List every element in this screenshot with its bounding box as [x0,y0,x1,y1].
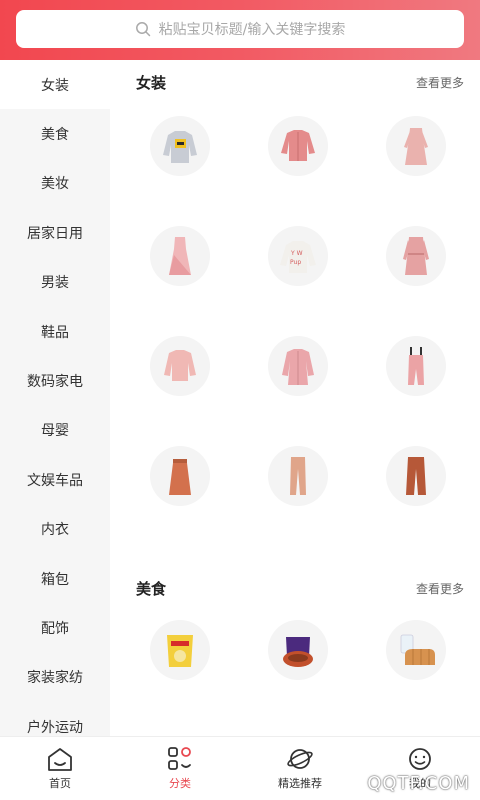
tab-label: 首页 [49,777,71,790]
sidebar-item-label: 内衣 [41,522,69,539]
tab-category[interactable]: 分类 [120,737,240,800]
pleated-dress-icon [169,237,191,275]
product-item[interactable]: Y W Pup [268,226,328,286]
dress-icon [404,128,428,165]
smile-icon [409,748,431,770]
product-item[interactable] [150,620,210,680]
sidebar-item-underwear[interactable]: 内衣 [0,505,110,554]
overalls-icon [408,347,424,385]
sidebar-item-accessories[interactable]: 配饰 [0,603,110,652]
sidebar-item-label: 鞋品 [41,324,69,341]
bottom-tab-bar: 首页 分类 精选推荐 我的 QQTF.COM [0,736,480,800]
product-item[interactable] [386,336,446,396]
section-title: 美食 [136,580,167,598]
svg-text:Pup: Pup [290,259,301,266]
sidebar-item-home-daily[interactable]: 居家日用 [0,208,110,257]
tab-label: 精选推荐 [278,777,322,790]
sidebar-item-beauty[interactable]: 美妆 [0,159,110,208]
tab-label: 分类 [169,777,191,790]
product-item[interactable] [150,116,210,176]
sidebar-item-baby[interactable]: 母婴 [0,406,110,455]
sidebar-item-women[interactable]: 女装 [0,60,110,110]
sidebar-item-outdoor[interactable]: 户外运动 [0,702,110,736]
see-more-link[interactable]: 查看更多 [416,580,464,597]
category-content: 女装 查看更多 Y W Pup 美食 查看更多 [110,60,480,736]
svg-text:Y W: Y W [290,250,303,257]
product-item[interactable] [150,446,210,506]
section-title: 女装 [136,74,167,92]
header-bar: 粘贴宝贝标题/输入关键字搜索 [0,0,480,60]
jacket-icon [281,130,315,161]
sidebar-item-men[interactable]: 男装 [0,258,110,307]
sidebar-item-label: 数码家电 [27,374,83,391]
product-item[interactable] [268,336,328,396]
product-grid-women: Y W Pup [150,116,450,506]
product-item[interactable] [268,620,328,680]
sidebar-item-entertainment-car[interactable]: 文娱车品 [0,455,110,504]
product-item[interactable] [386,116,446,176]
blouse-icon [164,350,196,381]
category-icon [168,747,191,770]
sidebar-item-label: 箱包 [41,571,69,588]
sidebar-item-bags[interactable]: 箱包 [0,554,110,603]
sidebar-item-label: 美食 [41,127,69,144]
sidebar-item-label: 母婴 [41,423,69,440]
sidebar-item-label: 文娱车品 [27,472,83,489]
see-more-link[interactable]: 查看更多 [416,74,464,91]
sidebar-item-label: 女装 [41,77,69,94]
sidebar-item-home-textile[interactable]: 家装家纺 [0,653,110,702]
sidebar-item-label: 居家日用 [27,225,83,242]
tab-recommend[interactable]: 精选推荐 [240,737,360,800]
search-icon [135,22,150,37]
search-placeholder: 粘贴宝贝标题/输入关键字搜索 [158,22,346,38]
sidebar-item-label: 男装 [41,275,69,292]
sidebar-item-label: 美妆 [41,176,69,193]
product-item[interactable] [386,446,446,506]
product-item[interactable] [386,226,446,286]
product-item[interactable] [268,446,328,506]
chips-bag-icon [167,635,193,667]
section-header-food: 美食 查看更多 [136,578,464,599]
sweatshirt-icon [163,131,197,163]
sidebar-item-food[interactable]: 美食 [0,109,110,158]
watermark: QQTF.COM [367,773,470,794]
snack-bag-icon [283,637,313,667]
planet-icon [287,749,313,769]
trousers-icon [290,457,306,495]
product-item[interactable] [150,336,210,396]
sidebar-item-digital[interactable]: 数码家电 [0,356,110,405]
sidebar-item-label: 户外运动 [27,719,83,736]
product-item[interactable] [150,226,210,286]
home-icon [48,748,72,771]
coat-icon [282,349,314,385]
trousers-icon [406,457,426,495]
section-header-women: 女装 查看更多 [136,72,464,93]
skirt-icon [169,459,191,495]
trench-dress-icon [403,237,429,275]
sidebar-item-shoes[interactable]: 鞋品 [0,307,110,356]
product-item[interactable] [268,116,328,176]
category-sidebar: 女装 美食 美妆 居家日用 男装 鞋品 数码家电 母婴 文娱车品 内衣 箱包 配… [0,60,110,736]
sweater-icon: Y W Pup [280,241,316,273]
sidebar-item-label: 家装家纺 [27,670,83,687]
search-bar[interactable]: 粘贴宝贝标题/输入关键字搜索 [16,10,464,48]
product-item[interactable] [386,620,446,680]
bread-milk-icon [400,634,435,665]
product-grid-food [150,620,450,680]
sidebar-item-label: 配饰 [41,620,69,637]
tab-home[interactable]: 首页 [0,737,120,800]
